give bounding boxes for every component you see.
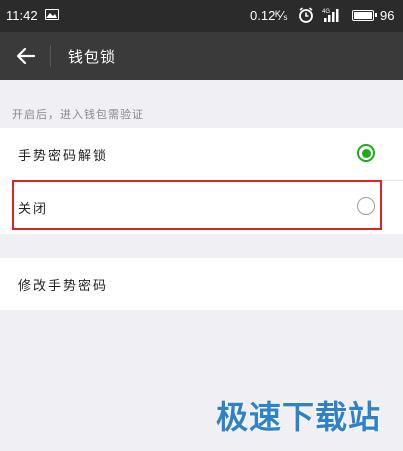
- lock-options-card: 手势密码解锁 关闭: [0, 128, 403, 234]
- section-hint: 开启后，进入钱包需验证: [12, 108, 144, 121]
- back-arrow-icon[interactable]: [14, 44, 38, 68]
- page-title: 钱包锁: [68, 48, 117, 66]
- modify-card: 修改手势密码: [0, 258, 403, 310]
- status-time: 11:42: [6, 8, 38, 23]
- header-divider: [50, 45, 51, 67]
- modify-label: 修改手势密码: [18, 279, 109, 294]
- modify-gesture-password[interactable]: 修改手势密码: [0, 258, 403, 310]
- svg-text:4G: 4G: [322, 9, 330, 15]
- option-label: 手势密码解锁: [18, 149, 109, 164]
- radio-selected-icon[interactable]: [357, 144, 375, 162]
- network-speed: 0.12ᴷ⁄ₛ: [250, 8, 288, 23]
- status-bar: 11:42 0.12ᴷ⁄ₛ 4G 96: [0, 0, 403, 32]
- option-gesture-unlock[interactable]: 手势密码解锁: [0, 128, 403, 180]
- signal-icon: 4G: [322, 7, 344, 26]
- radio-unselected-icon[interactable]: [357, 197, 375, 215]
- option-label: 关闭: [18, 202, 49, 217]
- alarm-icon: [298, 7, 314, 26]
- image-icon: [45, 9, 59, 20]
- battery-icon: [352, 10, 377, 21]
- app-bar: 钱包锁: [0, 32, 403, 80]
- battery-level: 96: [380, 8, 395, 23]
- watermark: 极速下载站: [215, 398, 381, 436]
- option-off[interactable]: 关闭: [0, 181, 403, 233]
